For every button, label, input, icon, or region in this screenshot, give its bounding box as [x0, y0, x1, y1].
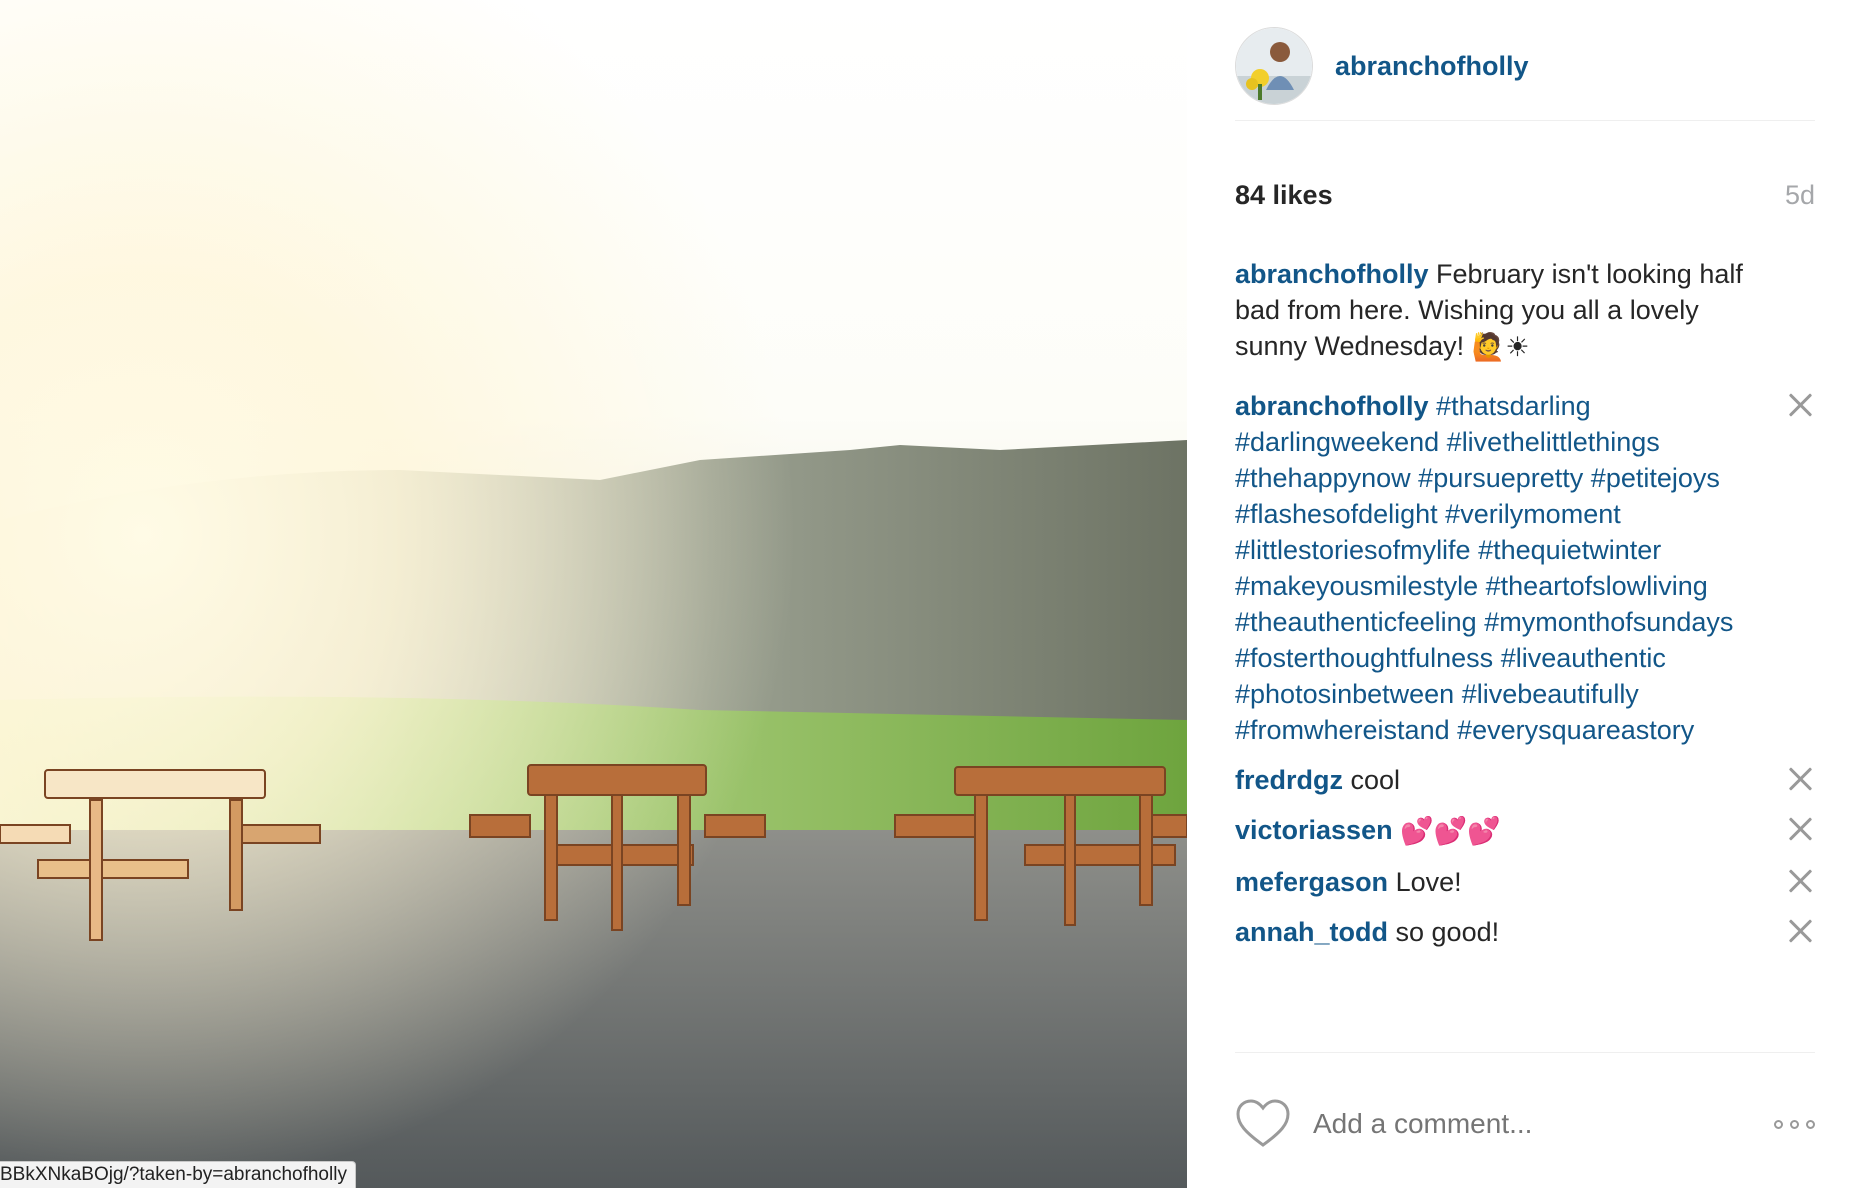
comment-item: mefergason Love!	[1235, 864, 1815, 900]
remove-comment-close-icon[interactable]	[1785, 764, 1815, 794]
caption-username[interactable]: abranchofholly	[1235, 259, 1429, 289]
comment-text: cool	[1350, 764, 1401, 795]
comments-list: abranchofholly February isn't looking ha…	[1235, 256, 1815, 964]
comment-item: annah_todd so good!	[1235, 914, 1815, 950]
hashtag-comment: abranchofholly #thatsdarling #darlingwee…	[1235, 388, 1815, 748]
add-comment-input[interactable]	[1313, 1108, 1774, 1140]
hashtag[interactable]: #thehappynow	[1235, 463, 1411, 493]
hashtag[interactable]: #mymonthofsundays	[1484, 607, 1733, 637]
hashtag[interactable]: #theauthenticfeeling	[1235, 607, 1477, 637]
likes-count[interactable]: 84 likes	[1235, 180, 1333, 211]
comment-item: fredrdgz cool	[1235, 762, 1815, 798]
hashtag[interactable]: #makeyousmilestyle	[1235, 571, 1478, 601]
picnic-tables-photo	[0, 0, 1187, 1188]
more-options-icon[interactable]	[1774, 1119, 1815, 1129]
hashtag[interactable]: #livebeautifully	[1462, 679, 1639, 709]
post-age[interactable]: 5d	[1785, 180, 1815, 211]
more-dot	[1806, 1119, 1815, 1129]
hashtag[interactable]: #liveauthentic	[1501, 643, 1666, 673]
comment-text: Love!	[1395, 866, 1462, 897]
caption-emoji: 🙋☀	[1471, 331, 1530, 363]
comment-username[interactable]: mefergason	[1235, 867, 1388, 897]
browser-status-url: BBkXNkaBOjg/?taken-by=abranchofholly	[0, 1161, 356, 1188]
post-header: abranchofholly	[1235, 26, 1815, 106]
comment-item: victoriassen 💕💕💕	[1235, 812, 1815, 850]
hashtag[interactable]: #flashesofdelight	[1235, 499, 1438, 529]
post-author-username[interactable]: abranchofholly	[1335, 51, 1529, 82]
comment-username[interactable]: victoriassen	[1235, 815, 1393, 845]
hashtag[interactable]: #thequietwinter	[1478, 535, 1661, 565]
hashtag[interactable]: #thatsdarling	[1436, 391, 1591, 421]
comment-text: 💕💕💕	[1400, 815, 1501, 847]
remove-comment-close-icon[interactable]	[1785, 916, 1815, 946]
hashtag[interactable]: #darlingweekend	[1235, 427, 1439, 457]
footer-divider	[1235, 1052, 1815, 1053]
profile-photo	[1236, 28, 1312, 104]
hashtag[interactable]: #photosinbetween	[1235, 679, 1454, 709]
comment-username[interactable]: abranchofholly	[1235, 391, 1429, 421]
likes-row: 84 likes 5d	[1235, 180, 1815, 211]
more-dot	[1790, 1119, 1799, 1129]
hashtag[interactable]: #fosterthoughtfulness	[1235, 643, 1493, 673]
hashtag[interactable]: #littlestoriesofmylife	[1235, 535, 1471, 565]
remove-comment-close-icon[interactable]	[1785, 390, 1815, 420]
caption: abranchofholly February isn't looking ha…	[1235, 256, 1815, 366]
comment-footer	[1235, 1096, 1815, 1152]
hashtag[interactable]: #verilymoment	[1445, 499, 1621, 529]
post-sidebar: abranchofholly 84 likes 5d abranchofholl…	[1187, 0, 1850, 1188]
comment-text: so good!	[1395, 916, 1500, 947]
more-dot	[1774, 1119, 1783, 1129]
hashtag[interactable]: #everysquareastory	[1457, 715, 1694, 745]
remove-comment-close-icon[interactable]	[1785, 814, 1815, 844]
hashtag[interactable]: #pursuepretty	[1418, 463, 1583, 493]
hashtag[interactable]: #livethelittlethings	[1447, 427, 1660, 457]
heart-outline-icon[interactable]	[1235, 1098, 1291, 1150]
comment-username[interactable]: fredrdgz	[1235, 765, 1343, 795]
hashtag[interactable]: #fromwhereistand	[1235, 715, 1450, 745]
hashtag[interactable]: #theartofslowliving	[1486, 571, 1708, 601]
post-photo[interactable]	[0, 0, 1187, 1188]
avatar[interactable]	[1235, 27, 1313, 105]
hashtag[interactable]: #petitejoys	[1591, 463, 1720, 493]
remove-comment-close-icon[interactable]	[1785, 866, 1815, 896]
comment-username[interactable]: annah_todd	[1235, 917, 1388, 947]
header-divider	[1235, 120, 1815, 121]
